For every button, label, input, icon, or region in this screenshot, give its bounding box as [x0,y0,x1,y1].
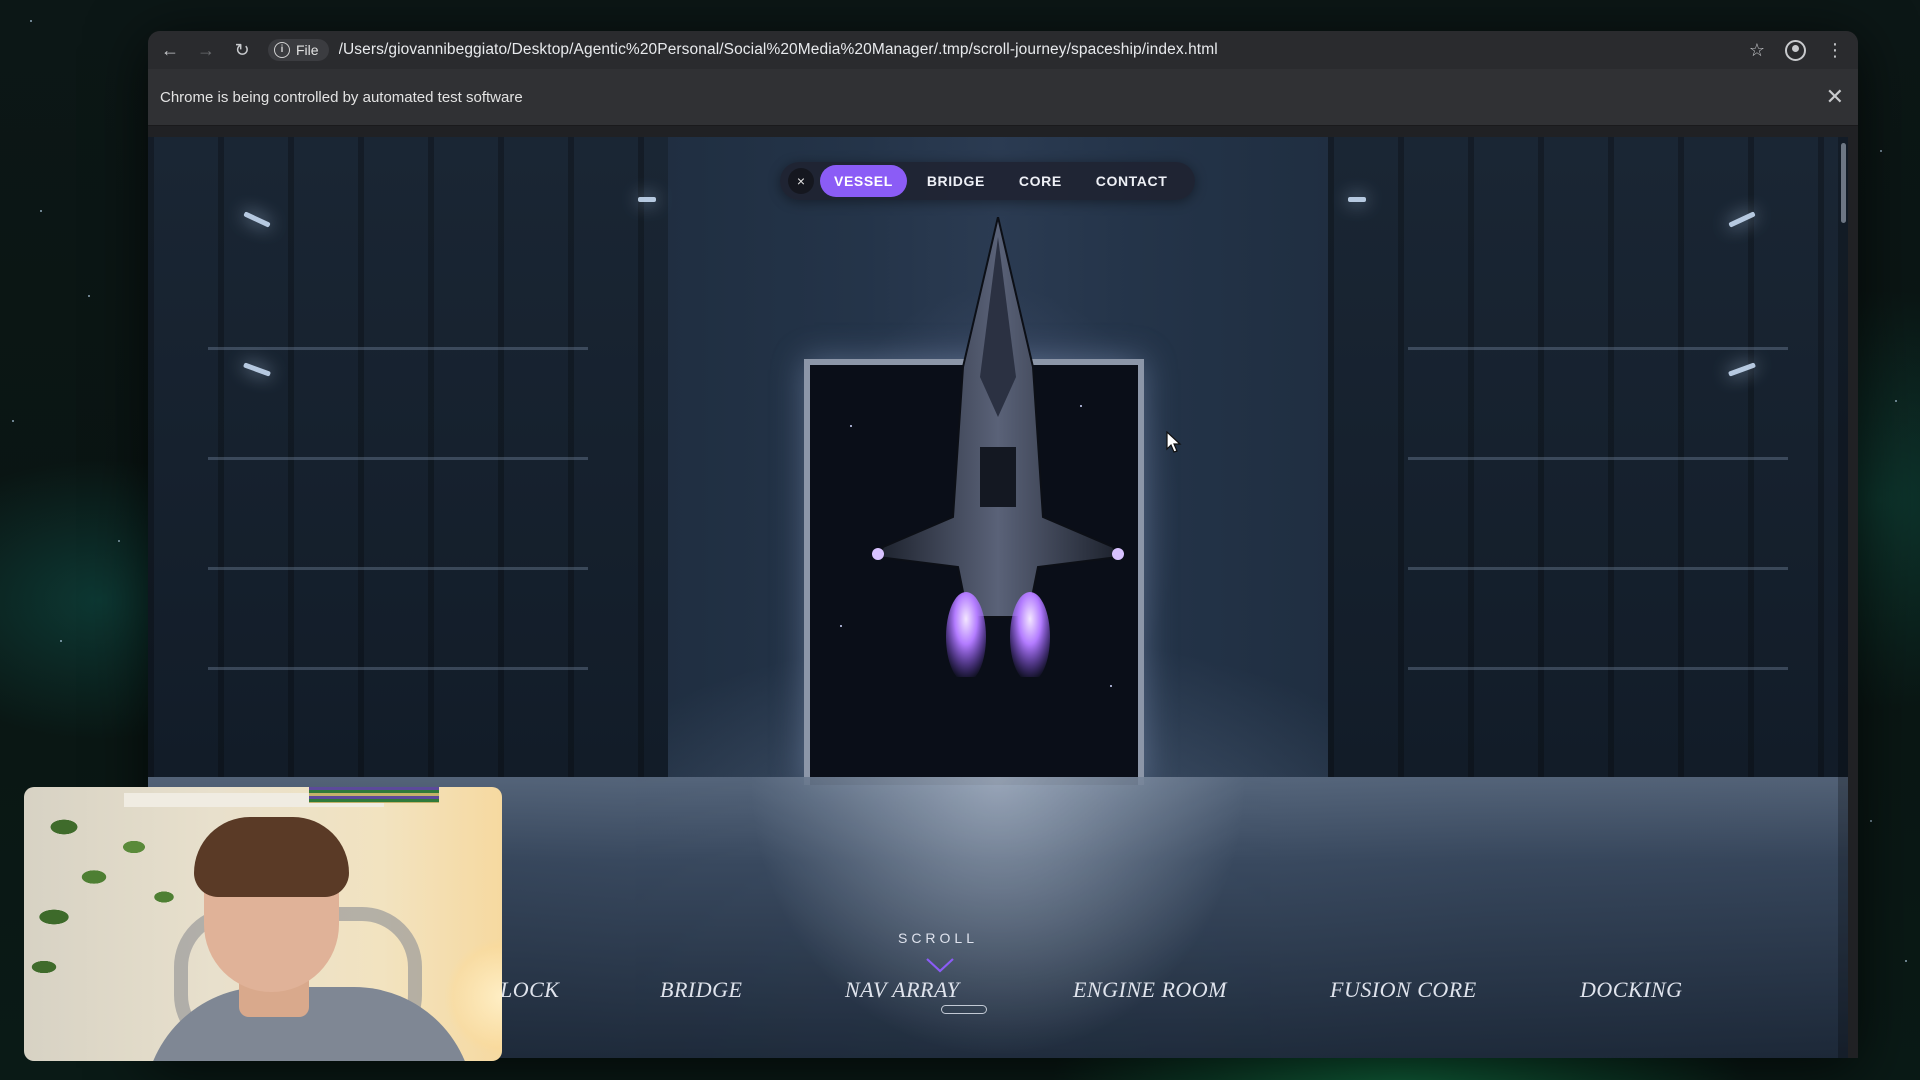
reload-icon[interactable]: ↻ [228,36,256,64]
background-star [1895,400,1897,402]
address-bar[interactable]: /Users/giovannibeggiato/Desktop/Agentic%… [339,41,1749,59]
spaceship-illustration [872,217,1124,677]
section-link-lock[interactable]: LOCK [500,977,559,1003]
close-icon[interactable]: × [788,168,814,194]
section-nav-pill: × VESSEL BRIDGE CORE CONTACT [780,162,1196,200]
mouse-cursor-icon [1166,431,1182,453]
section-link-nav-array[interactable]: NAV ARRAY [845,977,959,1003]
hangar-scaffold [208,347,588,350]
hangar-scaffold [208,457,588,460]
hangar-scaffold [208,567,588,570]
webcam-person-hair [194,817,349,897]
webcam-books [309,787,439,803]
background-star [60,640,62,642]
arrow-right-icon[interactable]: → [192,36,220,64]
browser-toolbar: ← → ↻ i File /Users/giovannibeggiato/Des… [148,31,1858,69]
site-info-chip[interactable]: i File [268,39,329,61]
background-star [12,420,14,422]
nav-item-core[interactable]: CORE [1005,165,1076,197]
chevron-down-icon [926,958,954,973]
hangar-scaffold [208,667,588,670]
hangar-light [1348,197,1366,202]
scrollbar-thumb[interactable] [1841,143,1846,223]
scroll-prompt: SCROLL [897,930,979,946]
close-icon[interactable]: ✕ [1826,84,1844,110]
space-star [1110,685,1112,687]
nav-item-bridge[interactable]: BRIDGE [913,165,999,197]
profile-icon[interactable] [1785,39,1806,61]
background-star [30,20,32,22]
space-star [850,425,852,427]
hangar-light [638,197,656,202]
star-icon[interactable]: ☆ [1749,40,1765,61]
background-star [88,295,90,297]
kebab-menu-icon[interactable]: ⋮ [1826,40,1844,61]
nav-item-contact[interactable]: CONTACT [1082,165,1182,197]
infobar-message: Chrome is being controlled by automated … [160,88,523,106]
section-link-engine-room[interactable]: ENGINE ROOM [1073,977,1227,1003]
section-link-bridge[interactable]: BRIDGE [660,977,742,1003]
info-icon: i [274,42,290,58]
site-info-label: File [296,42,319,58]
background-star [118,540,120,542]
automation-infobar: Chrome is being controlled by automated … [148,69,1858,126]
arrow-left-icon[interactable]: ← [156,36,184,64]
hangar-scaffold [1408,347,1788,350]
hangar-scaffold [1408,457,1788,460]
space-star [840,625,842,627]
nav-item-vessel[interactable]: VESSEL [820,165,907,197]
background-star [1870,820,1872,822]
webcam-overlay [24,787,502,1061]
background-star [1880,150,1882,152]
section-link-docking[interactable]: DOCKING [1580,977,1683,1003]
hangar-scaffold [1408,567,1788,570]
section-link-fusion-core[interactable]: FUSION CORE [1330,977,1477,1003]
page-scrollbar[interactable] [1838,137,1848,1058]
background-star [1905,960,1907,962]
scroll-progress-handle[interactable] [941,1005,987,1014]
hangar-scaffold [1408,667,1788,670]
background-star [40,210,42,212]
